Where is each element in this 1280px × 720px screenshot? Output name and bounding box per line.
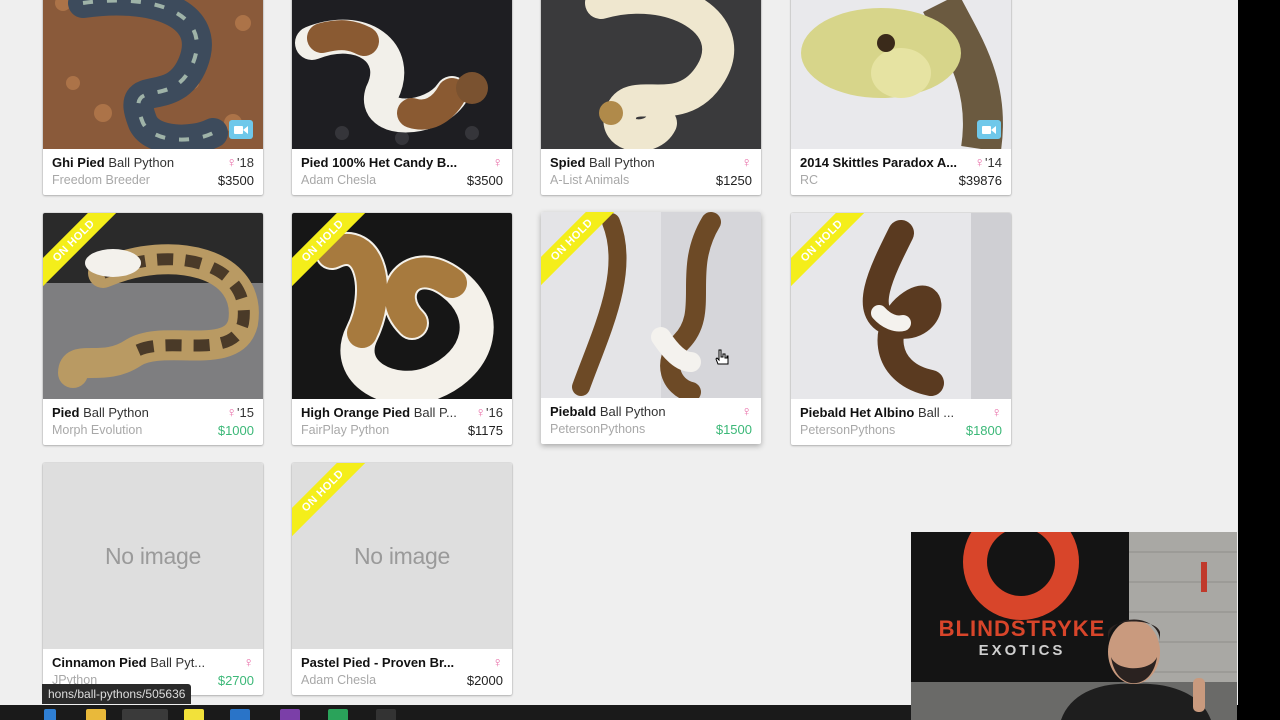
listing-seller[interactable]: FairPlay Python (301, 423, 389, 437)
listing-title: Pastel Pied - Proven Br... (301, 655, 455, 670)
listing-card[interactable]: 2014 Skittles Paradox A... ♀'14 RC $3987… (791, 0, 1011, 195)
webcam-banner-title: BLINDSTRYKE (938, 616, 1106, 641)
listing-photo[interactable]: ON HOLD (541, 212, 761, 398)
listing-price: $2700 (217, 673, 254, 688)
onenote-icon[interactable] (280, 709, 300, 720)
webcam-overlay: BLINDSTRYKE EXOTICS (911, 532, 1237, 720)
listing-card[interactable]: Spied Ball Python ♀ A-List Animals $1250 (541, 0, 761, 195)
listing-title: Ghi Pied Ball Python (52, 155, 175, 170)
listing-price: $3500 (466, 173, 503, 188)
listing-price: $1500 (715, 422, 752, 437)
app-icon[interactable] (376, 709, 396, 720)
listing-card[interactable]: Ghi Pied Ball Python ♀'18 Freedom Breede… (43, 0, 263, 195)
hand-cursor-icon (715, 349, 729, 365)
folder-icon[interactable] (86, 709, 106, 720)
outlook-icon[interactable] (230, 709, 250, 720)
female-icon: ♀ (492, 654, 504, 670)
listing-title: Pied Ball Python (52, 405, 149, 420)
sticky-notes-icon[interactable] (184, 709, 204, 720)
listing-seller[interactable]: A-List Animals (550, 173, 629, 187)
listing-no-image[interactable]: No image ON HOLD (292, 463, 512, 649)
listing-seller[interactable]: PetersonPythons (800, 423, 895, 437)
listing-info: Ghi Pied Ball Python ♀'18 Freedom Breede… (43, 149, 263, 195)
listing-title: High Orange Pied Ball P... (301, 405, 457, 420)
listing-photo[interactable] (541, 0, 761, 149)
listing-title: 2014 Skittles Paradox A... (800, 155, 958, 170)
listing-seller[interactable]: Morph Evolution (52, 423, 142, 437)
female-icon: ♀ (991, 404, 1003, 420)
listing-seller[interactable]: PetersonPythons (550, 422, 645, 436)
listing-info: Piebald Ball Python ♀ PetersonPythons $1… (541, 398, 761, 444)
listing-price: $2000 (466, 673, 503, 688)
listing-card[interactable]: ON HOLD High Orange Pied Ball P... ♀'16 … (292, 213, 512, 445)
listing-sex: ♀'14 (974, 154, 1002, 170)
listing-title: Piebald Het Albino Ball ... (800, 405, 955, 420)
female-icon: ♀ (974, 154, 986, 170)
listing-sex: ♀ (493, 654, 504, 670)
listing-info: Piebald Het Albino Ball ... ♀ PetersonPy… (791, 399, 1011, 445)
listing-sex: ♀'18 (226, 154, 254, 170)
listing-sex: ♀ (742, 154, 753, 170)
video-camera-icon (229, 120, 253, 139)
female-icon: ♀ (475, 404, 487, 420)
no-image-label: No image (353, 542, 451, 569)
listing-sex: ♀'15 (226, 404, 254, 420)
listing-seller[interactable]: Adam Chesla (301, 673, 376, 687)
listing-sex: ♀ (493, 154, 504, 170)
listing-price: $39876 (958, 173, 1002, 188)
listing-info: Pied 100% Het Candy B... ♀ Adam Chesla $… (292, 149, 512, 195)
listing-price: $1800 (965, 423, 1002, 438)
listing-info: Pastel Pied - Proven Br... ♀ Adam Chesla… (292, 649, 512, 695)
female-icon: ♀ (226, 154, 238, 170)
listing-seller[interactable]: Adam Chesla (301, 173, 376, 187)
listing-no-image[interactable]: No image (43, 463, 263, 649)
listing-title: Cinnamon Pied Ball Pyt... (52, 655, 206, 670)
female-icon: ♀ (243, 654, 255, 670)
excel-icon[interactable] (328, 709, 348, 720)
listing-card[interactable]: ON HOLD Piebald Ball Python ♀ PetersonPy… (541, 212, 761, 444)
webcam-banner-subtitle: EXOTICS (978, 642, 1066, 659)
female-icon: ♀ (741, 154, 753, 170)
listing-card[interactable]: No image Cinnamon Pied Ball Pyt... ♀ JPy… (43, 463, 263, 695)
listing-photo[interactable]: ON HOLD (292, 213, 512, 399)
listing-sex: ♀ (244, 654, 255, 670)
listing-title: Piebald Ball Python (550, 404, 666, 419)
chrome-icon[interactable] (122, 709, 168, 720)
female-icon: ♀ (226, 404, 238, 420)
female-icon: ♀ (492, 154, 504, 170)
listing-photo[interactable] (791, 0, 1011, 149)
listing-photo[interactable] (43, 0, 263, 149)
listing-title: Spied Ball Python (550, 155, 655, 170)
on-hold-ribbon: ON HOLD (292, 463, 377, 545)
listing-price: $3500 (217, 173, 254, 188)
listing-sex: ♀ (992, 404, 1003, 420)
listing-seller[interactable]: Freedom Breeder (52, 173, 150, 187)
listing-title: Pied 100% Het Candy B... (301, 155, 458, 170)
listing-sex: ♀'16 (475, 404, 503, 420)
listing-price: $1250 (715, 173, 752, 188)
listing-photo[interactable] (292, 0, 512, 149)
taskbar-start-icon[interactable] (44, 709, 56, 720)
listing-card[interactable]: Pied 100% Het Candy B... ♀ Adam Chesla $… (292, 0, 512, 195)
listing-card[interactable]: ON HOLD Pied Ball Python ♀'15 Morph Evol… (43, 213, 263, 445)
listing-info: High Orange Pied Ball P... ♀'16 FairPlay… (292, 399, 512, 445)
letterbox-bar (1238, 0, 1280, 720)
listing-card[interactable]: No image ON HOLD Pastel Pied - Proven Br… (292, 463, 512, 695)
listing-info: 2014 Skittles Paradox A... ♀'14 RC $3987… (791, 149, 1011, 195)
listing-info: Spied Ball Python ♀ A-List Animals $1250 (541, 149, 761, 195)
video-camera-icon (977, 120, 1001, 139)
listing-info: Pied Ball Python ♀'15 Morph Evolution $1… (43, 399, 263, 445)
no-image-label: No image (104, 542, 202, 569)
listing-price: $1175 (467, 423, 503, 438)
female-icon: ♀ (741, 403, 753, 419)
listing-price: $1000 (217, 423, 254, 438)
listing-photo[interactable]: ON HOLD (43, 213, 263, 399)
listing-card[interactable]: ON HOLD Piebald Het Albino Ball ... ♀ Pe… (791, 213, 1011, 445)
link-status-bar: hons/ball-pythons/505636 (42, 684, 192, 704)
listing-seller[interactable]: RC (800, 173, 818, 187)
listing-photo[interactable]: ON HOLD (791, 213, 1011, 399)
listing-sex: ♀ (742, 403, 753, 419)
